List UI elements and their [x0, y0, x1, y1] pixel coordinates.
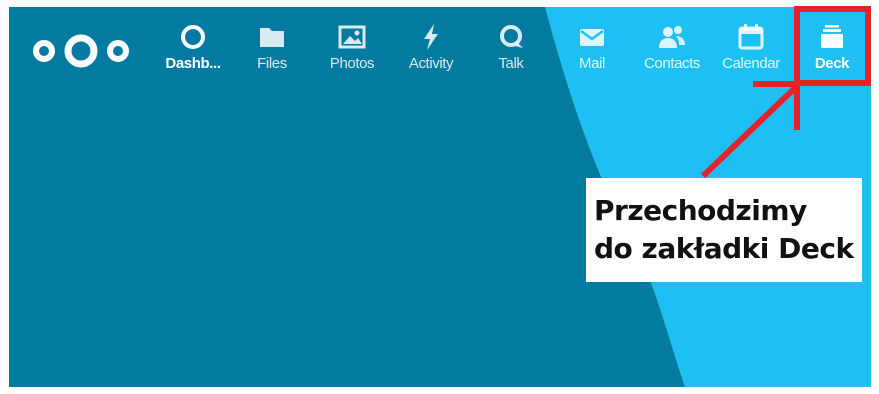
nav-item-talk[interactable]: Talk	[472, 15, 550, 81]
photo-icon	[338, 25, 366, 49]
folder-icon	[260, 28, 284, 47]
nav-item-label: Activity	[408, 55, 454, 72]
calendar-icon	[738, 24, 764, 50]
nav-item-dashboard[interactable]: Dashb...	[154, 15, 232, 81]
deck-icon	[821, 25, 843, 48]
nav-item-activity[interactable]: Activity	[392, 15, 470, 81]
nav-item-files[interactable]: Files	[233, 15, 311, 81]
nav-item-label: Calendar	[722, 55, 780, 72]
nav-item-deck[interactable]: Deck	[793, 15, 871, 81]
nav-item-label: Talk	[498, 55, 524, 72]
nav-item-label: Dashb...	[165, 55, 221, 72]
nav-item-label: Deck	[814, 55, 850, 72]
contacts-icon	[659, 26, 685, 48]
mail-icon	[580, 29, 604, 46]
annotation-callout: Przechodzimy do zakładki Deck	[586, 178, 862, 282]
callout-line-1: Przechodzimy	[594, 194, 807, 227]
lightning-icon	[424, 24, 438, 50]
nav-item-calendar[interactable]: Calendar	[712, 15, 790, 81]
nav-item-photos[interactable]: Photos	[313, 15, 391, 81]
dashboard-icon	[181, 25, 205, 49]
nav-item-label: Mail	[579, 55, 605, 72]
callout-line-2: do zakładki Deck	[594, 232, 854, 265]
nav-item-mail[interactable]: Mail	[553, 15, 631, 81]
talk-icon	[500, 25, 523, 48]
nav-item-label: Contacts	[644, 55, 700, 72]
nav-item-label: Files	[257, 55, 287, 72]
nav-item-label: Photos	[329, 55, 375, 72]
nav-item-contacts[interactable]: Contacts	[633, 15, 711, 81]
app-navigation: Dashb... Files Photos Activity Talk Mail…	[9, 7, 871, 87]
